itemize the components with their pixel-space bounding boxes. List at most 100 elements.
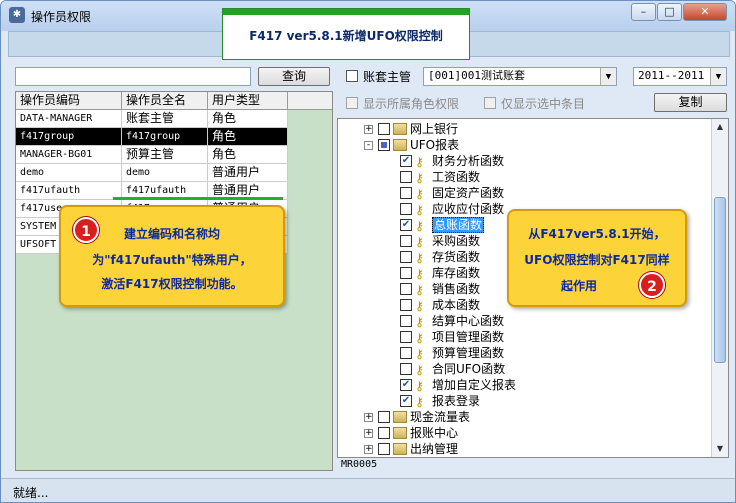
key-icon: ⚷ bbox=[415, 283, 424, 297]
copy-button[interactable]: 复制 bbox=[654, 93, 727, 112]
tree-node[interactable]: ⚷ 预算管理函数 bbox=[338, 345, 708, 361]
status-bar: 就绪... bbox=[1, 478, 735, 502]
header-name[interactable]: 操作员全名 bbox=[122, 92, 208, 110]
tree-node[interactable]: ⚷ 合同UFO函数 bbox=[338, 361, 708, 377]
node-checkbox[interactable]: ✔ bbox=[400, 155, 412, 167]
expand-icon[interactable]: + bbox=[364, 125, 373, 134]
tree-node[interactable]: ⚷ 工资函数 bbox=[338, 169, 708, 185]
node-checkbox[interactable] bbox=[400, 331, 412, 343]
tree-node-label: 报表登录 bbox=[432, 394, 481, 408]
node-checkbox[interactable]: ✔ bbox=[400, 219, 412, 231]
table-row[interactable]: DATA-MANAGER 账套主管 角色 bbox=[16, 110, 288, 128]
tree-node[interactable]: + 出纳管理 bbox=[338, 441, 708, 457]
tree-node-label: 固定资产函数 bbox=[432, 186, 505, 200]
node-checkbox[interactable] bbox=[400, 251, 412, 263]
tree-node-label: 报账中心 bbox=[410, 426, 459, 440]
node-checkbox[interactable] bbox=[378, 443, 390, 455]
node-checkbox[interactable] bbox=[400, 283, 412, 295]
feature-banner: F417 ver5.8.1新增UFO权限控制 bbox=[222, 8, 470, 60]
key-icon: ⚷ bbox=[415, 219, 424, 233]
node-checkbox[interactable]: ✔ bbox=[400, 395, 412, 407]
key-icon: ⚷ bbox=[415, 251, 424, 265]
node-checkbox[interactable] bbox=[400, 203, 412, 215]
tree-node-label: 结算中心函数 bbox=[432, 314, 505, 328]
query-button[interactable]: 查询 bbox=[258, 67, 330, 86]
header-type[interactable]: 用户类型 bbox=[208, 92, 288, 110]
chevron-down-icon[interactable]: ▼ bbox=[600, 68, 616, 85]
table-row[interactable]: demo demo 普通用户 bbox=[16, 164, 288, 182]
table-cell: demo bbox=[122, 164, 208, 182]
callout-one-badge: 1 bbox=[73, 217, 99, 243]
minimize-button[interactable]: – bbox=[631, 3, 656, 21]
node-checkbox[interactable] bbox=[400, 299, 412, 311]
node-checkbox[interactable] bbox=[400, 347, 412, 359]
table-row[interactable]: f417group f417group 角色 bbox=[16, 128, 288, 146]
maximize-button[interactable]: □ bbox=[657, 3, 682, 21]
tree-node[interactable]: + 网上银行 bbox=[338, 121, 708, 137]
node-checkbox[interactable]: ✔ bbox=[400, 379, 412, 391]
scrollbar-thumb[interactable] bbox=[714, 197, 726, 363]
key-icon: ⚷ bbox=[415, 203, 424, 217]
table-cell: demo bbox=[16, 164, 122, 182]
tree-node-label: 出纳管理 bbox=[410, 442, 459, 456]
tree-node[interactable]: + 现金流量表 bbox=[338, 409, 708, 425]
folder-icon bbox=[393, 427, 407, 439]
folder-icon bbox=[393, 139, 407, 151]
node-checkbox[interactable] bbox=[400, 363, 412, 375]
node-checkbox[interactable] bbox=[400, 171, 412, 183]
tree-node[interactable]: ✔ ⚷ 报表登录 bbox=[338, 393, 708, 409]
key-icon: ⚷ bbox=[415, 379, 424, 393]
account-select[interactable]: [001]001测试账套 ▼ bbox=[423, 67, 617, 86]
collapse-icon[interactable]: - bbox=[364, 141, 373, 150]
tree-node-label: 存货函数 bbox=[432, 250, 481, 264]
chevron-down-icon[interactable]: ▼ bbox=[710, 68, 726, 85]
key-icon: ⚷ bbox=[415, 347, 424, 361]
expand-icon[interactable]: + bbox=[364, 413, 373, 422]
expand-icon[interactable]: + bbox=[364, 445, 373, 454]
tree-node[interactable]: ⚷ 固定资产函数 bbox=[338, 185, 708, 201]
scroll-up-icon[interactable]: ▲ bbox=[712, 119, 728, 135]
year-select-value: 2011--2011 bbox=[638, 69, 705, 82]
table-cell: DATA-MANAGER bbox=[16, 110, 122, 128]
tree-node[interactable]: ✔ ⚷ 增加自定义报表 bbox=[338, 377, 708, 393]
tree-node[interactable]: - UFO报表 bbox=[338, 137, 708, 153]
node-checkbox[interactable] bbox=[378, 123, 390, 135]
folder-icon bbox=[393, 443, 407, 455]
node-checkbox[interactable] bbox=[400, 235, 412, 247]
callout-two-line3: 起作用 bbox=[560, 279, 597, 293]
node-checkbox[interactable] bbox=[400, 267, 412, 279]
year-select[interactable]: 2011--2011 ▼ bbox=[633, 67, 727, 86]
tree-node[interactable]: ⚷ 项目管理函数 bbox=[338, 329, 708, 345]
node-checkbox[interactable] bbox=[400, 187, 412, 199]
folder-icon bbox=[393, 123, 407, 135]
close-button[interactable]: ✕ bbox=[683, 3, 727, 21]
tree-node[interactable]: ✔ ⚷ 财务分析函数 bbox=[338, 153, 708, 169]
show-selected-checkbox[interactable] bbox=[484, 97, 496, 109]
tree-node[interactable]: + 报账中心 bbox=[338, 425, 708, 441]
node-checkbox[interactable] bbox=[378, 427, 390, 439]
folder-icon bbox=[393, 411, 407, 423]
table-row[interactable]: MANAGER-BG01 预算主管 角色 bbox=[16, 146, 288, 164]
tree-scrollbar[interactable]: ▲ ▼ bbox=[711, 119, 728, 457]
banner-text: F417 ver5.8.1新增UFO权限控制 bbox=[223, 9, 469, 59]
key-icon: ⚷ bbox=[415, 315, 424, 329]
callout-two-line2: UFO权限控制对F417同样 bbox=[524, 253, 670, 267]
key-icon: ⚷ bbox=[415, 235, 424, 249]
key-icon: ⚷ bbox=[415, 299, 424, 313]
callout-two-badge: 2 bbox=[639, 272, 665, 298]
table-cell: f417group bbox=[122, 128, 208, 146]
header-code[interactable]: 操作员编码 bbox=[16, 92, 122, 110]
callout-one-line2: 为"f417ufauth"特殊用户， bbox=[92, 253, 252, 267]
account-master-checkbox[interactable] bbox=[346, 70, 358, 82]
tree-node-label: 总账函数 bbox=[432, 217, 485, 233]
search-input[interactable] bbox=[15, 67, 251, 86]
scroll-down-icon[interactable]: ▼ bbox=[712, 441, 728, 457]
tree-node[interactable]: ⚷ 结算中心函数 bbox=[338, 313, 708, 329]
node-checkbox[interactable] bbox=[400, 315, 412, 327]
key-icon: ⚷ bbox=[415, 187, 424, 201]
expand-icon[interactable]: + bbox=[364, 429, 373, 438]
account-select-value: [001]001测试账套 bbox=[428, 69, 525, 82]
node-checkbox[interactable] bbox=[378, 411, 390, 423]
show-role-checkbox[interactable] bbox=[346, 97, 358, 109]
node-checkbox[interactable] bbox=[378, 139, 390, 151]
